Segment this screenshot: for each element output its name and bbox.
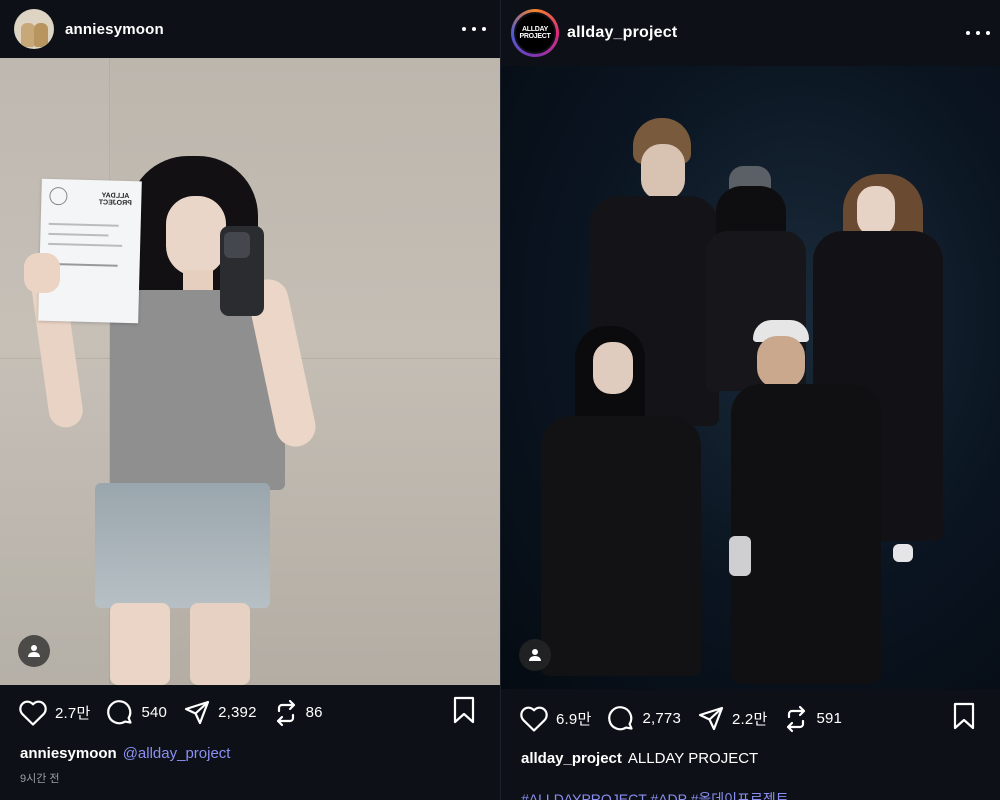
repost-count: 86: [305, 704, 323, 721]
face: [857, 186, 895, 236]
heart-icon: [520, 706, 548, 732]
caption-username[interactable]: allday_project: [521, 750, 622, 767]
seal-icon: [49, 186, 68, 206]
hashtags[interactable]: #ALLDAYPROJECT #ADP #올데이프로젝트: [521, 789, 789, 800]
bookmark-button[interactable]: [952, 702, 976, 735]
post-photo[interactable]: [501, 66, 1000, 689]
like-count: 6.9만: [556, 711, 592, 728]
text-line: [48, 222, 119, 227]
repost-button[interactable]: 591: [783, 705, 842, 733]
bookmark-icon: [953, 702, 975, 730]
member-outfit: [541, 416, 701, 676]
heart-icon: [19, 700, 47, 726]
sneaker: [729, 536, 751, 576]
comment-icon: [608, 705, 634, 730]
bookmark-button[interactable]: [452, 696, 476, 729]
comment-icon: [107, 699, 133, 724]
avatar-logo: ALLDAY PROJECT: [519, 26, 551, 40]
left-leg: [110, 603, 170, 685]
like-button[interactable]: 2.7만: [18, 699, 90, 727]
sneaker: [893, 544, 913, 562]
text-line: [48, 232, 109, 237]
phone: [220, 226, 264, 316]
avatar[interactable]: ALLDAY PROJECT: [511, 9, 559, 57]
username[interactable]: anniesymoon: [65, 21, 164, 38]
post-header: anniesymoon: [0, 0, 500, 58]
user-tag-icon[interactable]: [18, 635, 50, 667]
mention-link[interactable]: @allday_project: [123, 745, 231, 762]
comment-button[interactable]: 540: [106, 699, 167, 727]
denim-skirt: [95, 483, 270, 608]
text-line: [48, 242, 123, 247]
post-anniesymoon: anniesymoon ALLDAY PROJECT 2.7만 540 2,39…: [0, 0, 500, 800]
action-bar: 2.7만 540 2,392 86: [0, 696, 500, 729]
more-icon[interactable]: [462, 19, 486, 39]
face: [166, 196, 226, 276]
dog-figure: [21, 23, 35, 47]
contract-paper: ALLDAY PROJECT: [38, 178, 142, 324]
paper-logo: ALLDAY PROJECT: [98, 192, 132, 208]
face: [757, 336, 805, 388]
share-button[interactable]: 2.2만: [697, 705, 767, 733]
repost-button[interactable]: 86: [273, 699, 323, 727]
repost-icon: [276, 699, 295, 726]
share-button[interactable]: 2,392: [183, 699, 257, 727]
caption-text: ALLDAY PROJECT: [627, 750, 759, 767]
caption: anniesymoon @allday_project: [20, 745, 480, 762]
user-tag-icon[interactable]: [519, 639, 551, 671]
like-count: 2.7만: [55, 705, 91, 722]
face: [641, 144, 685, 200]
share-icon: [184, 700, 210, 724]
right-leg: [190, 603, 250, 685]
post-allday-project: ALLDAY PROJECT allday_project 6.9만 2,773…: [500, 0, 1000, 800]
username[interactable]: allday_project: [567, 24, 677, 42]
caption: allday_project ALLDAY PROJECT: [521, 750, 980, 767]
like-button[interactable]: 6.9만: [519, 705, 591, 733]
comment-count: 2,773: [642, 710, 681, 727]
dog-figure: [34, 23, 48, 47]
more-icon[interactable]: [966, 23, 990, 43]
share-icon: [698, 706, 724, 730]
share-count: 2,392: [218, 704, 257, 721]
hand: [24, 253, 60, 293]
member-outfit: [731, 384, 881, 684]
repost-icon: [787, 705, 806, 732]
comment-button[interactable]: 2,773: [607, 705, 681, 733]
action-bar: 6.9만 2,773 2.2만 591: [501, 702, 1000, 735]
timestamp: 9시간 전: [20, 773, 60, 785]
face: [593, 342, 633, 394]
comment-count: 540: [141, 704, 168, 721]
bookmark-icon: [453, 696, 475, 724]
caption-username[interactable]: anniesymoon: [20, 745, 117, 762]
share-count: 2.2만: [732, 711, 768, 728]
post-header: ALLDAY PROJECT allday_project: [501, 0, 1000, 66]
post-photo[interactable]: ALLDAY PROJECT: [0, 58, 500, 685]
repost-count: 591: [816, 710, 843, 727]
camera-module: [224, 232, 250, 258]
avatar[interactable]: [14, 9, 54, 49]
